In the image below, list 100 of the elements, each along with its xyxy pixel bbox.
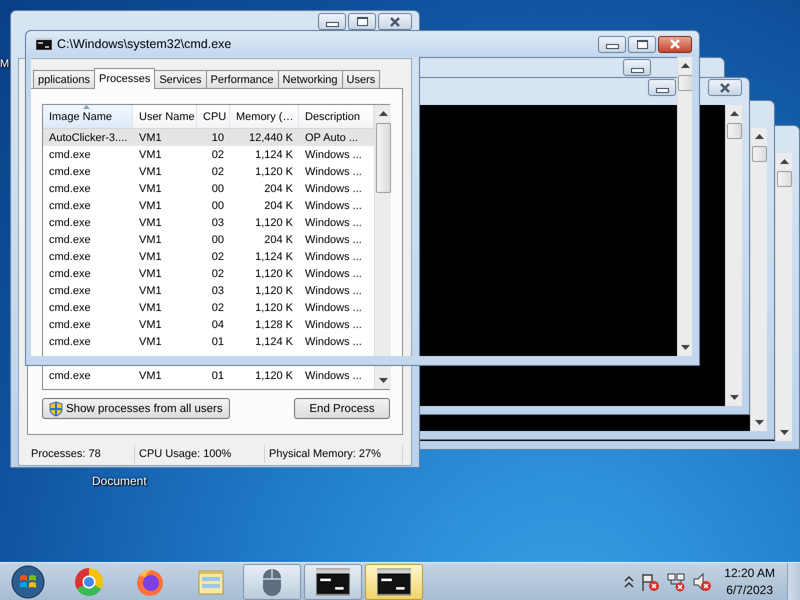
table-cell-text: Windows ... <box>304 234 363 246</box>
table-row[interactable]: cmd.exe VM1 00 204 K Windows ... <box>43 231 374 248</box>
minimize-button[interactable] <box>623 59 651 76</box>
table-row[interactable]: cmd.exe VM1 02 1,124 K Windows ... <box>43 146 374 163</box>
scroll-up-icon[interactable] <box>754 134 764 139</box>
minimize-button[interactable] <box>598 36 626 52</box>
sort-arrow-icon <box>83 105 90 109</box>
table-row[interactable]: cmd.exe VM1 03 1,120 K Windows ... <box>43 214 374 231</box>
tab[interactable]: Networking <box>278 70 343 88</box>
tab[interactable]: Performance <box>206 70 279 88</box>
table-cell-text: VM1 <box>138 336 163 348</box>
speaker-muted-icon[interactable] <box>692 572 712 592</box>
table-cell-text: 1,120 K <box>254 216 294 228</box>
tab[interactable]: Processes <box>94 68 156 89</box>
desktop-icon-label[interactable]: M <box>0 58 10 70</box>
table-cell-text: cmd.exe <box>48 336 92 348</box>
column-header[interactable]: Image Name <box>43 105 133 128</box>
scroll-thumb[interactable] <box>776 171 792 187</box>
table-cell-text: 1,120 K <box>254 284 294 296</box>
table-cell-text: 1,120 K <box>254 370 294 382</box>
close-button[interactable] <box>658 36 692 52</box>
column-header[interactable]: CPU <box>197 105 230 128</box>
table-cell-text: cmd.exe <box>48 166 92 178</box>
table-cell-text: VM1 <box>138 268 163 280</box>
table-cell-text: 02 <box>210 302 225 314</box>
scroll-down-icon[interactable] <box>680 345 690 350</box>
scroll-up-icon[interactable] <box>780 159 788 164</box>
table-row[interactable]: cmd.exe VM1 00 204 K Windows ... <box>43 197 374 214</box>
table-cell-text: 1,128 K <box>254 318 294 330</box>
table-cell-text: Windows ... <box>304 148 363 160</box>
table-cell-text: 00 <box>210 182 225 194</box>
taskbar-button[interactable] <box>365 564 423 600</box>
console-icon <box>316 568 350 596</box>
taskbar-button[interactable] <box>304 564 362 600</box>
end-process-button[interactable]: End Process <box>294 398 390 419</box>
scroll-up-icon[interactable] <box>680 63 690 68</box>
scroll-down-icon[interactable] <box>754 420 764 425</box>
table-row[interactable]: cmd.exe VM1 00 204 K Windows ... <box>43 180 374 197</box>
table-cell-text: 03 <box>210 216 225 228</box>
table-cell-text: VM1 <box>138 234 163 246</box>
table-cell-text: 204 K <box>263 234 294 246</box>
table-row[interactable]: cmd.exe VM1 02 1,120 K Windows ... <box>43 163 374 180</box>
table-cell-text: cmd.exe <box>48 200 92 212</box>
scroll-thumb[interactable] <box>726 123 742 139</box>
table-row[interactable]: cmd.exe VM1 02 1,124 K Windows ... <box>43 248 374 265</box>
table-cell-text: Windows ... <box>304 166 363 178</box>
column-header[interactable]: User Name <box>133 105 197 128</box>
scrollbar[interactable] <box>750 128 767 431</box>
column-header[interactable]: Memory (… <box>230 105 299 128</box>
table-cell-text: AutoClicker-3.... <box>48 132 128 144</box>
tab[interactable]: Services <box>154 70 207 88</box>
maximize-button[interactable] <box>628 36 656 52</box>
status-text: Physical Memory: 27% <box>265 445 403 463</box>
table-cell-text: VM1 <box>138 370 163 382</box>
scroll-thumb[interactable] <box>752 146 766 162</box>
minimize-button[interactable] <box>318 13 346 30</box>
desktop-icon-label[interactable]: Document <box>92 474 147 488</box>
show-all-processes-button[interactable]: Show processes from all users <box>42 398 230 419</box>
table-cell-text: 1,120 K <box>254 302 294 314</box>
scroll-up-icon[interactable] <box>730 111 738 116</box>
table-cell-text: cmd.exe <box>48 216 92 228</box>
table-row[interactable]: cmd.exe VM1 01 1,124 K Windows ... <box>43 333 374 350</box>
close-icon <box>719 82 731 92</box>
scroll-down-icon[interactable] <box>780 430 788 435</box>
table-row[interactable]: cmd.exe VM1 01 1,120 K Windows ... <box>43 367 374 384</box>
table-cell-text: 03 <box>210 284 225 296</box>
close-icon <box>389 16 401 26</box>
table-cell-text: VM1 <box>138 166 163 178</box>
scrollbar[interactable] <box>775 153 792 441</box>
table-cell-text: cmd.exe <box>48 284 92 296</box>
table-cell-text: VM1 <box>138 148 163 160</box>
scroll-thumb[interactable] <box>376 123 390 193</box>
close-button[interactable] <box>708 79 742 96</box>
flag-warning-icon[interactable] <box>640 572 660 592</box>
status-text: CPU Usage: 100% <box>135 445 265 463</box>
table-cell-text: Windows ... <box>304 200 363 212</box>
close-button[interactable] <box>378 13 412 30</box>
minimize-button[interactable] <box>648 79 676 96</box>
table-cell-text: 1,124 K <box>254 336 294 348</box>
scroll-down-icon[interactable] <box>730 395 738 400</box>
tab[interactable]: Users <box>342 70 380 88</box>
scroll-up-icon[interactable] <box>378 111 388 116</box>
scrollbar[interactable] <box>677 57 692 356</box>
show-hidden-icons-icon[interactable] <box>624 574 634 588</box>
table-cell-text: cmd.exe <box>48 234 92 246</box>
scroll-thumb[interactable] <box>678 75 692 91</box>
scrollbar[interactable] <box>374 105 391 389</box>
table-row[interactable]: AutoClicker-3.... VM1 10 12,440 K OP Auto ... <box>43 129 374 146</box>
table-cell-text: Windows ... <box>304 182 363 194</box>
table-cell-text: 01 <box>210 336 225 348</box>
network-icon[interactable] <box>666 572 686 592</box>
tab[interactable]: pplications <box>33 70 95 88</box>
clock[interactable]: 12:20 AM 6/7/2023 <box>718 564 781 598</box>
table-cell-text: cmd.exe <box>48 370 92 382</box>
table-row[interactable]: cmd.exe VM1 04 1,128 K Windows ... <box>43 316 374 333</box>
table-row[interactable]: cmd.exe VM1 02 1,120 K Windows ... <box>43 265 374 282</box>
scrollbar[interactable] <box>725 105 742 406</box>
table-row[interactable]: cmd.exe VM1 03 1,120 K Windows ... <box>43 282 374 299</box>
maximize-button[interactable] <box>348 13 376 30</box>
table-row[interactable]: cmd.exe VM1 02 1,120 K Windows ... <box>43 299 374 316</box>
